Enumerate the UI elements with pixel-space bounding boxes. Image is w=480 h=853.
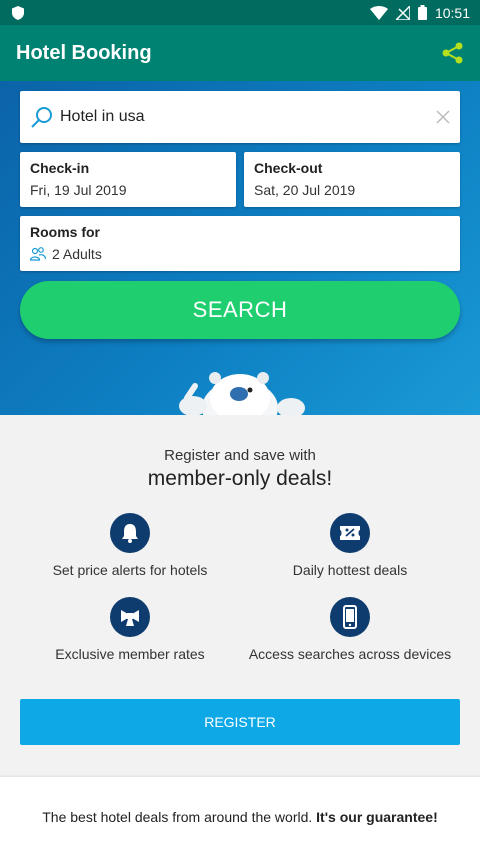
feature-label: Daily hottest deals	[292, 562, 408, 578]
status-bar: 10:51	[0, 0, 480, 25]
rooms-value: 2 Adults	[52, 246, 102, 262]
feature-label: Set price alerts for hotels	[52, 562, 208, 578]
rooms-label: Rooms for	[30, 224, 100, 240]
search-icon	[31, 107, 52, 128]
checkin-field[interactable]: Check-in Fri, 19 Jul 2019	[20, 152, 236, 207]
bowtie-icon	[121, 610, 139, 626]
feature-hottest-deals: Daily hottest deals	[230, 513, 470, 579]
guarantee-bold: It's our guarantee!	[316, 809, 438, 825]
share-icon[interactable]	[442, 42, 464, 64]
feature-label: Access searches across devices	[248, 646, 452, 662]
ticket-icon	[340, 526, 360, 540]
checkin-value: Fri, 19 Jul 2019	[30, 182, 127, 198]
app-bar: Hotel Booking	[0, 25, 480, 81]
no-signal-icon	[395, 5, 410, 20]
register-button[interactable]: REGISTER	[20, 699, 460, 745]
feature-price-alerts: Set price alerts for hotels	[10, 513, 250, 579]
feature-access-searches: Access searches across devices	[230, 597, 470, 663]
promo-title: member-only deals!	[147, 467, 333, 490]
bell-icon	[122, 524, 138, 543]
rooms-field[interactable]: Rooms for 2 Adults	[20, 216, 460, 271]
guarantee-text: The best hotel deals from around the wor…	[42, 809, 313, 825]
checkin-label: Check-in	[30, 160, 90, 176]
app-title: Hotel Booking	[16, 41, 152, 64]
destination-field[interactable]: Hotel in usa	[20, 91, 460, 143]
clear-icon[interactable]	[436, 110, 450, 124]
status-time: 10:51	[434, 4, 470, 21]
feature-member-rates: Exclusive member rates	[10, 597, 250, 663]
people-icon	[30, 247, 46, 261]
checkout-label: Check-out	[254, 160, 323, 176]
guarantee-banner: The best hotel deals from around the wor…	[0, 777, 480, 853]
feature-label: Exclusive member rates	[55, 646, 205, 662]
polar-bear-mascot	[179, 372, 305, 415]
search-panel: Hotel in usa Check-in Fri, 19 Jul 2019 C…	[0, 81, 480, 415]
destination-input[interactable]: Hotel in usa	[60, 108, 436, 126]
checkout-field[interactable]: Check-out Sat, 20 Jul 2019	[244, 152, 460, 207]
search-button[interactable]: SEARCH	[20, 281, 460, 339]
wifi-icon	[369, 5, 388, 20]
member-deals-section: Register and save with member-only deals…	[0, 415, 480, 775]
checkout-value: Sat, 20 Jul 2019	[254, 182, 356, 198]
phone-icon	[343, 605, 357, 629]
shield-icon	[12, 5, 24, 20]
promo-subtitle: Register and save with	[164, 447, 316, 464]
battery-icon	[417, 5, 427, 20]
